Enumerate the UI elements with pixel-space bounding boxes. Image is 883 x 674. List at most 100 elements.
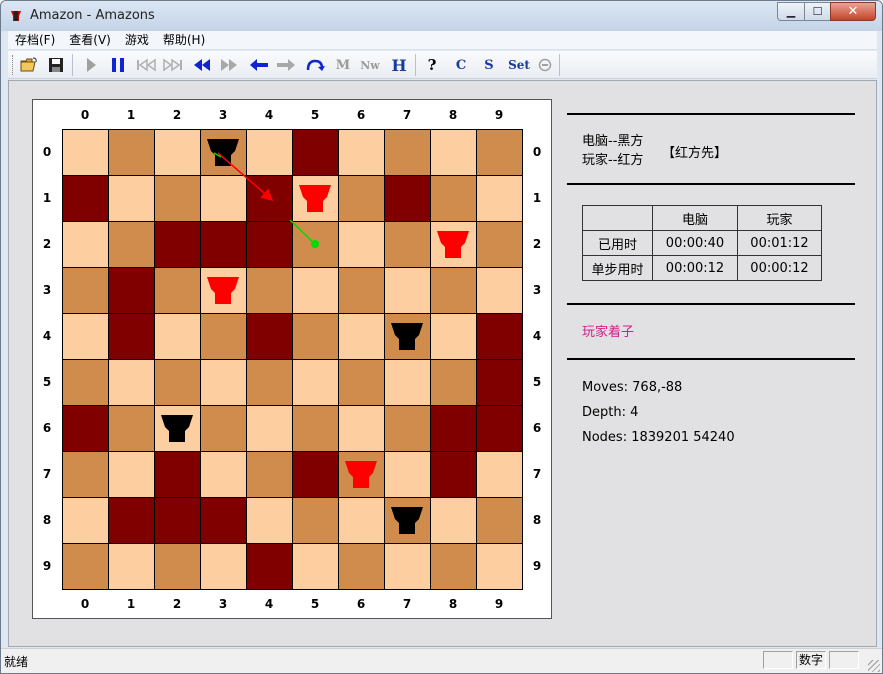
board-square[interactable] [247, 498, 293, 544]
search-settings-button[interactable]: S [478, 54, 500, 76]
menu-file[interactable]: 存档(F) [8, 31, 62, 50]
open-button[interactable] [18, 54, 40, 76]
board-square[interactable] [293, 406, 339, 452]
last-move-button[interactable] [162, 54, 184, 76]
play-button[interactable] [80, 54, 102, 76]
fast-back-button[interactable] [191, 54, 213, 76]
step-back-button[interactable] [248, 54, 270, 76]
blocked-square[interactable] [63, 176, 109, 222]
h-button[interactable]: H [388, 54, 410, 76]
pause-button[interactable] [107, 54, 129, 76]
board-square[interactable] [385, 498, 431, 544]
board-square[interactable] [109, 452, 155, 498]
board-square[interactable] [109, 130, 155, 176]
resize-grip[interactable] [868, 660, 880, 672]
blocked-square[interactable] [247, 176, 293, 222]
m-button[interactable]: M [332, 54, 354, 76]
fast-forward-button[interactable] [218, 54, 240, 76]
board-square[interactable] [477, 130, 523, 176]
board-square[interactable] [63, 314, 109, 360]
board-square[interactable] [431, 268, 477, 314]
board-square[interactable] [155, 130, 201, 176]
blocked-square[interactable] [155, 452, 201, 498]
step-forward-button[interactable] [275, 54, 297, 76]
board-square[interactable] [201, 130, 247, 176]
board-square[interactable] [385, 130, 431, 176]
board-square[interactable] [109, 176, 155, 222]
set-button[interactable]: Set [506, 54, 532, 76]
blocked-square[interactable] [201, 498, 247, 544]
blocked-square[interactable] [477, 406, 523, 452]
blocked-square[interactable] [247, 544, 293, 590]
board-square[interactable] [247, 130, 293, 176]
blocked-square[interactable] [155, 498, 201, 544]
board-square[interactable] [293, 544, 339, 590]
board-square[interactable] [339, 406, 385, 452]
board-square[interactable] [109, 222, 155, 268]
board-square[interactable] [477, 452, 523, 498]
blocked-square[interactable] [109, 314, 155, 360]
board-square[interactable] [385, 268, 431, 314]
board-square[interactable] [247, 268, 293, 314]
board-square[interactable] [63, 130, 109, 176]
board-square[interactable] [201, 268, 247, 314]
board-square[interactable] [155, 360, 201, 406]
board-square[interactable] [63, 452, 109, 498]
board-square[interactable] [385, 222, 431, 268]
board-square[interactable] [385, 452, 431, 498]
board-square[interactable] [155, 406, 201, 452]
board-square[interactable] [201, 406, 247, 452]
board-square[interactable] [293, 268, 339, 314]
board-square[interactable] [201, 176, 247, 222]
menu-game[interactable]: 游戏 [118, 31, 156, 50]
board-square[interactable] [293, 498, 339, 544]
blocked-square[interactable] [109, 498, 155, 544]
title-bar[interactable]: Amazon - Amazons ▁ ☐ ✕ [1, 1, 882, 31]
computer-settings-button[interactable]: C [450, 54, 472, 76]
board-square[interactable] [431, 360, 477, 406]
board-square[interactable] [247, 406, 293, 452]
board-square[interactable] [477, 268, 523, 314]
board-square[interactable] [247, 452, 293, 498]
board-square[interactable] [155, 268, 201, 314]
menu-help[interactable]: 帮助(H) [156, 31, 212, 50]
blocked-square[interactable] [293, 130, 339, 176]
blocked-square[interactable] [477, 314, 523, 360]
first-move-button[interactable] [135, 54, 157, 76]
board-square[interactable] [155, 544, 201, 590]
board-square[interactable] [431, 498, 477, 544]
board-square[interactable] [109, 544, 155, 590]
board-square[interactable] [63, 360, 109, 406]
board-square[interactable] [431, 544, 477, 590]
blocked-square[interactable] [293, 452, 339, 498]
board-square[interactable] [63, 498, 109, 544]
board-square[interactable] [477, 176, 523, 222]
stop-button[interactable] [534, 54, 556, 76]
board-square[interactable] [339, 314, 385, 360]
board-square[interactable] [431, 314, 477, 360]
minimize-button[interactable]: ▁ [777, 2, 804, 21]
blocked-square[interactable] [431, 452, 477, 498]
blocked-square[interactable] [155, 222, 201, 268]
menu-view[interactable]: 查看(V) [62, 31, 118, 50]
board-square[interactable] [201, 314, 247, 360]
board-square[interactable] [339, 360, 385, 406]
toolbar-grip[interactable] [12, 55, 15, 75]
board-square[interactable] [431, 176, 477, 222]
board-square[interactable] [155, 176, 201, 222]
board-square[interactable] [63, 268, 109, 314]
blocked-square[interactable] [385, 176, 431, 222]
maximize-button[interactable]: ☐ [804, 2, 830, 21]
board-square[interactable] [385, 314, 431, 360]
board-square[interactable] [477, 498, 523, 544]
new-button[interactable]: Nw [359, 54, 381, 76]
board-square[interactable] [293, 176, 339, 222]
board-square[interactable] [431, 222, 477, 268]
board-square[interactable] [339, 498, 385, 544]
save-button[interactable] [45, 54, 67, 76]
board-square[interactable] [201, 360, 247, 406]
blocked-square[interactable] [477, 360, 523, 406]
board-square[interactable] [339, 222, 385, 268]
board-square[interactable] [385, 406, 431, 452]
board-square[interactable] [293, 360, 339, 406]
